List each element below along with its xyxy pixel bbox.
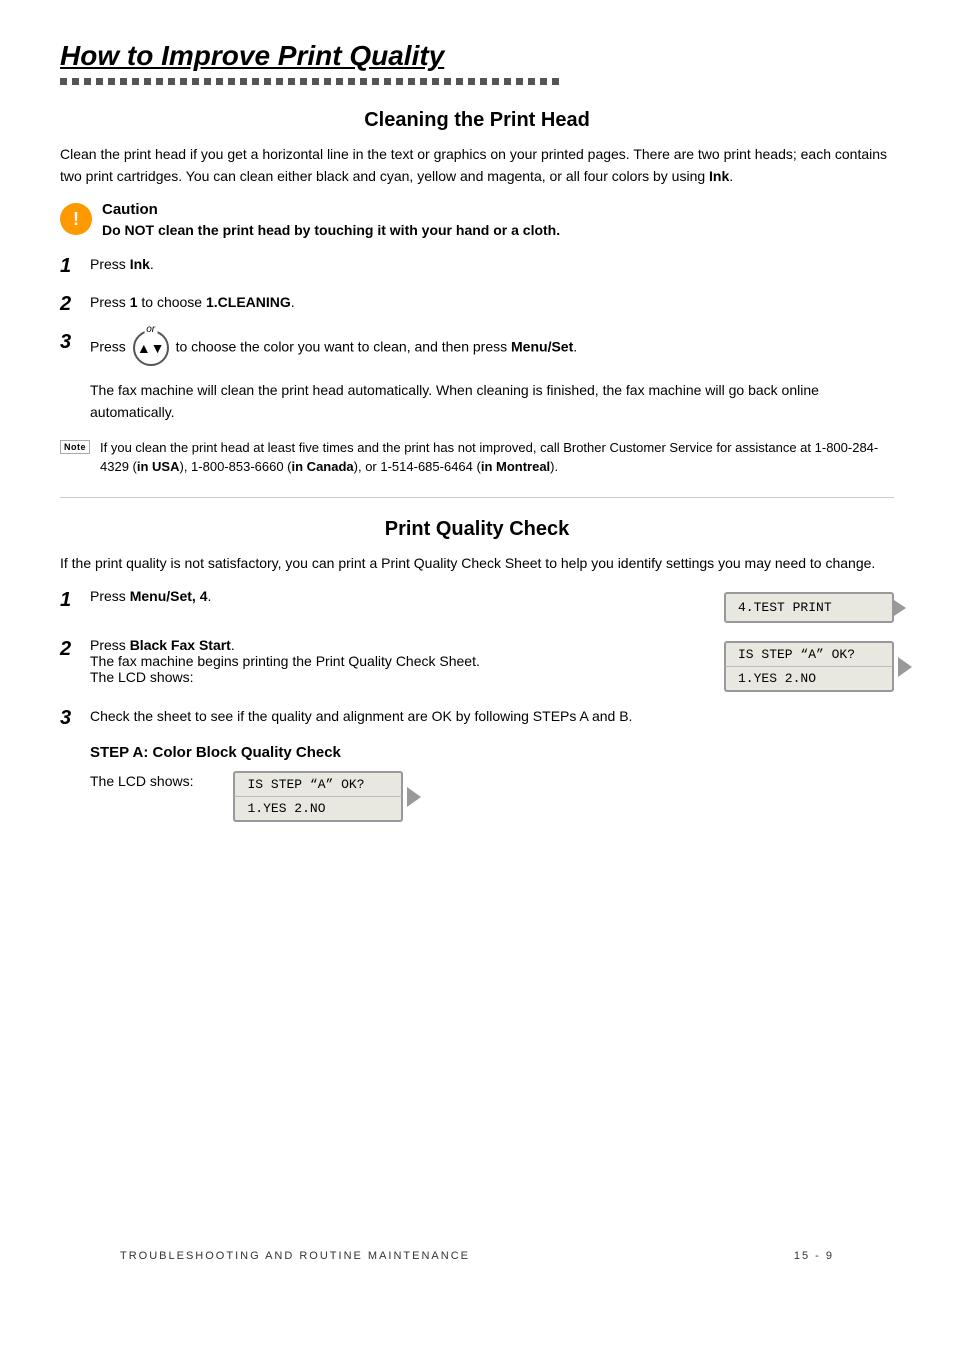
dot-separator bbox=[60, 78, 894, 85]
substep-a-heading: STEP A: Color Block Quality Check bbox=[90, 744, 894, 761]
caution-content: Caution Do NOT clean the print head by t… bbox=[102, 201, 560, 238]
lcd-display: 4.TEST PRINT bbox=[724, 592, 894, 623]
section1-intro: Clean the print head if you get a horizo… bbox=[60, 144, 894, 187]
section1-heading: Cleaning the Print Head bbox=[60, 109, 894, 132]
step-lcd: 4.TEST PRINT bbox=[724, 588, 894, 623]
step-number: 3 bbox=[60, 706, 80, 730]
section2-intro: If the print quality is not satisfactory… bbox=[60, 553, 894, 575]
lcd-stack-substep: IS STEP “A” OK? 1.YES 2.NO bbox=[233, 771, 403, 822]
step-number: 1 bbox=[60, 588, 80, 612]
substep-a-lcd-label: The LCD shows: bbox=[90, 771, 193, 793]
step-content: Press Ink. bbox=[90, 254, 154, 276]
step-content: Check the sheet to see if the quality an… bbox=[90, 706, 632, 728]
section2-step2: 2 Press Black Fax Start. The fax machine… bbox=[60, 637, 894, 692]
note-box: Note If you clean the print head at leas… bbox=[60, 438, 894, 477]
section1-step3: 3 Press or ▲▼ to choose the color you wa… bbox=[60, 330, 894, 366]
section2-step1: 1 Press Menu/Set, 4. 4.TEST PRINT bbox=[60, 588, 894, 623]
substep-a-lcd: IS STEP “A” OK? 1.YES 2.NO bbox=[233, 771, 403, 822]
substep-a: STEP A: Color Block Quality Check The LC… bbox=[90, 744, 894, 822]
lcd-line1: IS STEP “A” OK? bbox=[724, 641, 894, 667]
step-content: Press Black Fax Start. The fax machine b… bbox=[90, 637, 714, 685]
lcd-line2: 1.YES 2.NO bbox=[233, 797, 403, 822]
caution-box: ! Caution Do NOT clean the print head by… bbox=[60, 201, 894, 238]
page-title: How to Improve Print Quality bbox=[60, 40, 894, 72]
step-content: Press 1 to choose 1.CLEANING. bbox=[90, 292, 295, 314]
caution-body: Do NOT clean the print head by touching … bbox=[102, 222, 560, 238]
step-number: 3 bbox=[60, 330, 80, 354]
lcd-line1: IS STEP “A” OK? bbox=[233, 771, 403, 797]
note-label: Note bbox=[60, 440, 90, 454]
footer-left: TROUBLESHOOTING AND ROUTINE MAINTENANCE bbox=[120, 1250, 470, 1262]
footer-right: 15 - 9 bbox=[794, 1250, 834, 1262]
section-divider bbox=[60, 497, 894, 498]
lcd-stack: IS STEP “A” OK? 1.YES 2.NO bbox=[724, 641, 894, 692]
section1-step1: 1 Press Ink. bbox=[60, 254, 894, 278]
section2-step3: 3 Check the sheet to see if the quality … bbox=[60, 706, 894, 730]
section2-heading: Print Quality Check bbox=[60, 518, 894, 541]
lcd-line2: 1.YES 2.NO bbox=[724, 667, 894, 692]
step-lcd: IS STEP “A” OK? 1.YES 2.NO bbox=[724, 637, 894, 692]
section1-step2: 2 Press 1 to choose 1.CLEANING. bbox=[60, 292, 894, 316]
arrow-button-icon: or ▲▼ bbox=[133, 330, 169, 366]
step-number: 1 bbox=[60, 254, 80, 278]
step-number: 2 bbox=[60, 292, 80, 316]
page-footer: TROUBLESHOOTING AND ROUTINE MAINTENANCE … bbox=[120, 1250, 834, 1262]
caution-icon: ! bbox=[60, 203, 92, 235]
note-text: If you clean the print head at least fiv… bbox=[100, 438, 894, 477]
caution-title: Caution bbox=[102, 201, 560, 218]
step-number: 2 bbox=[60, 637, 80, 661]
step-content: Press or ▲▼ to choose the color you want… bbox=[90, 330, 577, 366]
section1-after-step3: The fax machine will clean the print hea… bbox=[90, 380, 894, 423]
step-content: Press Menu/Set, 4. bbox=[90, 588, 714, 604]
